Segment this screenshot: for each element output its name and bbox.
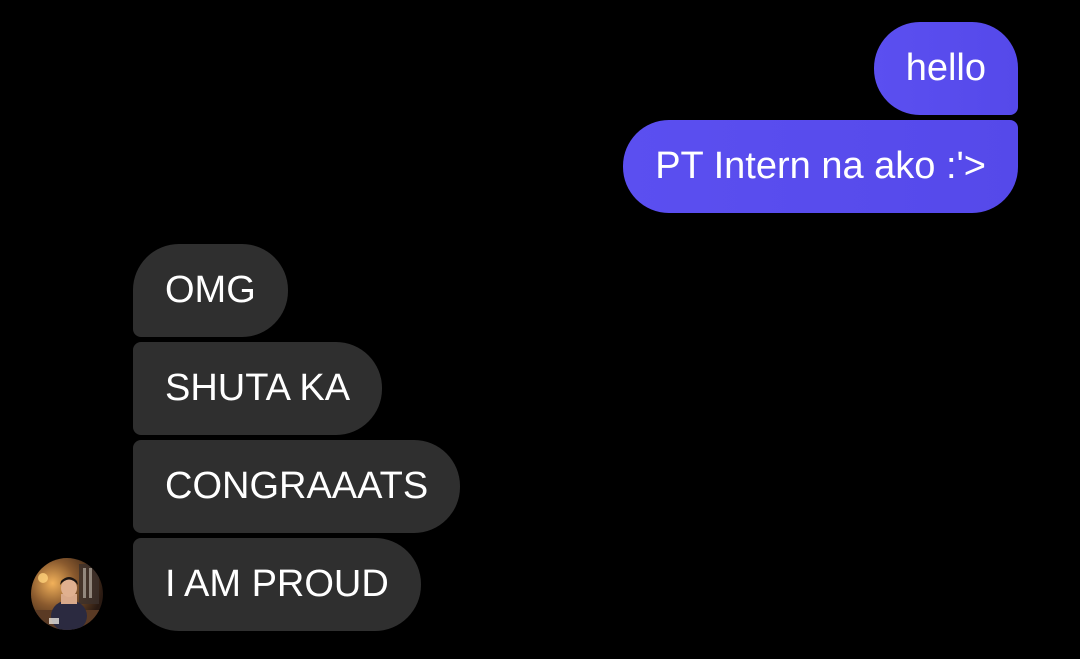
- message-text: I AM PROUD: [165, 563, 389, 605]
- message-text: SHUTA KA: [165, 367, 351, 409]
- received-message[interactable]: CONGRAAATS: [133, 440, 461, 533]
- message-text: OMG: [165, 269, 256, 311]
- message-text: hello: [905, 47, 986, 89]
- sent-message[interactable]: hello: [873, 22, 1018, 115]
- received-message[interactable]: OMG: [133, 244, 288, 337]
- message-text: CONGRAAATS: [165, 465, 429, 507]
- contact-avatar[interactable]: [31, 558, 103, 630]
- sent-message[interactable]: PT Intern na ako :'>: [623, 120, 1018, 213]
- contact-avatar-photo-icon: [31, 558, 103, 630]
- received-message[interactable]: I AM PROUD: [133, 538, 421, 631]
- message-text: PT Intern na ako :'>: [655, 145, 986, 187]
- received-message[interactable]: SHUTA KA: [133, 342, 383, 435]
- message-thread: hello PT Intern na ako :'> OMG SHUTA KA …: [0, 0, 1080, 659]
